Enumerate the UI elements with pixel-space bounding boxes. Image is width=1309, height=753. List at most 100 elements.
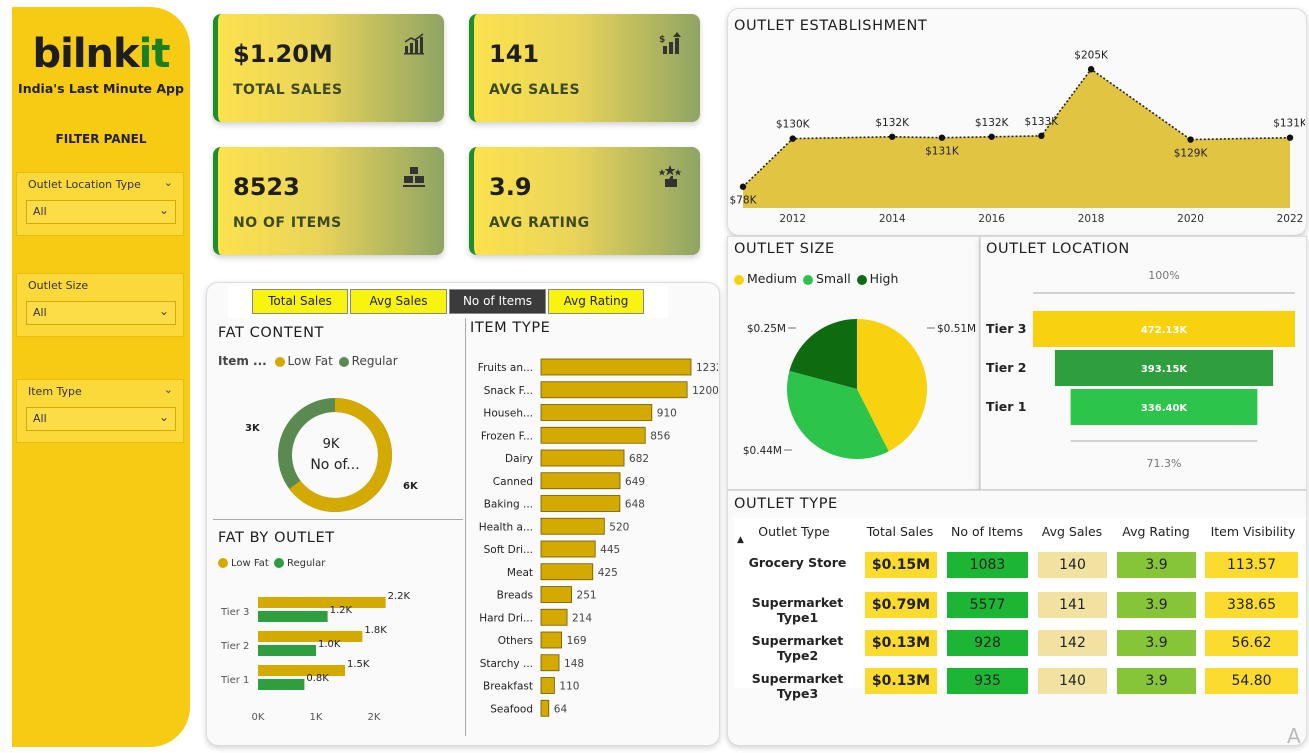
- fat-by-outlet-bar-chart: Tier 3 2.2K 1.2K Tier 2 1.8K 1.0K Tier 1 1.5K 0.…: [220, 591, 411, 723]
- svg-text:$: $: [659, 35, 665, 45]
- category-label: Tier 1: [986, 399, 1027, 414]
- kpi-label: NO OF ITEMS: [233, 215, 342, 231]
- filter-sidebar: bilnkit India's Last Minute App FILTER P…: [12, 7, 190, 747]
- bar: [540, 563, 594, 581]
- bar: [540, 381, 688, 399]
- category-label: Househ...: [483, 408, 533, 420]
- sales-chart-icon: [404, 33, 424, 55]
- data-label: 1.8K: [364, 625, 387, 636]
- bar-regular: [258, 679, 305, 690]
- col-header-no-of-items[interactable]: No of Items: [945, 524, 1029, 539]
- data-point: [938, 134, 946, 141]
- tab-no-of-items[interactable]: No of Items: [449, 289, 546, 314]
- table-cell-total-sales: $0.15M: [865, 552, 937, 578]
- row-label-outlet-type: Supermarket Type1: [751, 595, 844, 625]
- divider: [465, 318, 466, 736]
- col-header-avg-rating[interactable]: Avg Rating: [1115, 524, 1197, 539]
- data-point: [789, 135, 796, 142]
- table-cell-items: 5577: [947, 592, 1028, 618]
- outlet-location-type-dropdown[interactable]: All ⌄: [26, 200, 176, 224]
- chevron-down-icon: ⌄: [158, 410, 169, 424]
- slicer-outlet-size: Outlet Size All ⌄: [16, 273, 184, 337]
- col-header-total-sales[interactable]: Total Sales: [863, 524, 937, 539]
- tab-avg-rating[interactable]: Avg Rating: [548, 289, 644, 314]
- data-label: $133K: [1025, 116, 1060, 128]
- legend-dot: [218, 558, 228, 568]
- data-label: 472.13K: [1141, 325, 1189, 336]
- item-type-dropdown[interactable]: All ⌄: [26, 407, 176, 431]
- chevron-up-icon[interactable]: ⌄: [164, 176, 173, 189]
- table-cell-rating: 3.9: [1117, 630, 1196, 656]
- col-header-avg-sales[interactable]: Avg Sales: [1036, 524, 1108, 539]
- fat-content-donut-chart: 3K 6K 9K No of...: [245, 398, 419, 512]
- tab-total-sales[interactable]: Total Sales: [252, 289, 348, 314]
- data-label: 169: [567, 635, 587, 647]
- row-label-outlet-type: Grocery Store: [748, 555, 847, 570]
- outlet-size-dropdown[interactable]: All ⌄: [26, 301, 176, 325]
- tick-label: 2014: [879, 213, 906, 225]
- outlet-size-title: OUTLET SIZE: [734, 241, 835, 257]
- table-cell-visibility: 54.80: [1205, 668, 1298, 694]
- tick-label: 2K: [368, 712, 381, 723]
- slicer-label: Outlet Size: [28, 279, 89, 292]
- brand-tagline: India's Last Minute App: [18, 81, 184, 96]
- fat-by-outlet-legend: Low Fat Regular: [218, 558, 325, 569]
- bar: [540, 654, 560, 672]
- bar: [540, 495, 621, 512]
- star-rating-icon: [658, 165, 682, 187]
- table-cell-visibility: 56.62: [1205, 630, 1298, 656]
- table-cell-rating: 3.9: [1117, 552, 1196, 578]
- outlet-establishment-title: OUTLET ESTABLISHMENT: [734, 18, 928, 34]
- category-label: Breakfast: [483, 681, 533, 693]
- data-point: [888, 133, 896, 140]
- data-label: 2.2K: [388, 591, 411, 602]
- item-type-title: ITEM TYPE: [470, 320, 551, 336]
- row-label-outlet-type: Supermarket Type2: [751, 633, 844, 663]
- kpi-value: $1.20M: [233, 40, 333, 68]
- data-label: 682: [629, 453, 649, 465]
- data-label: 110: [559, 681, 579, 693]
- col-header-item-visibility[interactable]: Item Visibility: [1203, 524, 1303, 539]
- slicer-outlet-location-type: Outlet Location Type ⌄ All ⌄: [16, 172, 184, 236]
- sort-ascending-icon[interactable]: ▲: [737, 535, 744, 545]
- table-cell-avg-sales: 142: [1038, 630, 1107, 656]
- data-label: $0.25M: [747, 323, 786, 335]
- legend-regular: Regular: [286, 558, 326, 569]
- data-label: $78K: [730, 195, 758, 207]
- tab-avg-sales[interactable]: Avg Sales: [350, 289, 447, 314]
- data-label: 251: [577, 590, 597, 602]
- outlet-location-title: OUTLET LOCATION: [986, 241, 1130, 257]
- chevron-up-icon[interactable]: ⌄: [164, 383, 173, 396]
- category-label: Fruits an...: [478, 362, 533, 374]
- dropdown-value: All: [33, 306, 47, 319]
- kpi-no-of-items: 8523 NO OF ITEMS: [213, 147, 444, 255]
- data-label: 1.0K: [318, 639, 341, 650]
- kpi-label: AVG RATING: [489, 215, 590, 231]
- data-label: 1200: [692, 385, 718, 397]
- data-label: 64: [554, 703, 568, 715]
- col-header-outlet-type[interactable]: Outlet Type: [752, 524, 836, 539]
- data-label: 520: [609, 521, 629, 533]
- category-label: Starchy ...: [480, 658, 533, 670]
- data-point: [1038, 132, 1045, 140]
- money-growth-icon: $: [659, 32, 681, 54]
- table-cell-avg-sales: 140: [1038, 552, 1107, 578]
- data-label: 648: [625, 499, 645, 511]
- bar: [540, 677, 555, 694]
- brand-logo: bilnkit: [32, 31, 171, 77]
- slicer-item-type: Item Type ⌄ All ⌄: [16, 379, 184, 443]
- data-point: [1187, 136, 1194, 143]
- fat-by-outlet-title: FAT BY OUTLET: [218, 530, 335, 546]
- tick-label: 2012: [779, 213, 806, 225]
- category-label: Meat: [507, 567, 533, 579]
- kpi-avg-sales: 141 AVG SALES $: [469, 14, 700, 122]
- data-label: $132K: [875, 117, 910, 129]
- bar: [540, 517, 605, 535]
- data-label: $131K: [925, 146, 960, 158]
- data-label: 856: [650, 430, 670, 442]
- kpi-total-sales: $1.20M TOTAL SALES: [213, 14, 444, 122]
- outlet-establishment-area-chart: $78K $130K $132K $131K $132K $133K $205K $129K $…: [730, 50, 1305, 225]
- bar-low-fat: [258, 597, 386, 608]
- table-cell-visibility: 113.57: [1205, 552, 1298, 578]
- bar: [540, 699, 550, 717]
